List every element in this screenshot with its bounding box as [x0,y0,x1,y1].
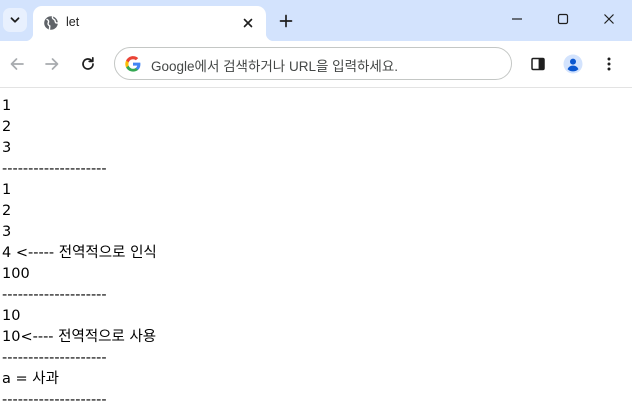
output-line: 10 [2,308,21,324]
output-line: a = 사과 [2,371,59,387]
toolbar: Google에서 검색하거나 URL을 입력하세요. [0,41,632,88]
chevron-down-icon [10,17,20,23]
active-tab[interactable]: let [25,6,274,41]
output-line: 2 [2,203,12,219]
minimize-icon [512,18,522,20]
address-bar[interactable]: Google에서 검색하거나 URL을 입력하세요. [114,47,512,80]
globe-icon [44,16,59,30]
separator-line: -------------------- [2,392,107,408]
tab-close-button[interactable] [238,13,258,33]
output-line: 4 <----- 전역적으로 인식 [2,245,157,261]
output-line: 3 [2,224,12,240]
output-line: 10<---- 전역적으로 사용 [2,329,157,345]
reload-icon [82,56,94,70]
output-line: 100 [2,266,30,282]
output-line: 1 [2,98,12,114]
close-icon [604,14,614,24]
output-line: 2 [2,119,12,135]
forward-button[interactable] [39,51,65,77]
window-close-button[interactable] [586,0,632,38]
address-bar-placeholder: Google에서 검색하거나 URL을 입력하세요. [151,59,399,74]
page-content: 1 2 3 -------------------- 1 2 3 4 <----… [0,88,632,420]
separator-line: -------------------- [2,287,107,303]
tab-strip: let [0,0,632,41]
browser-window: let Google에서 검색하거나 URL을 입력하세요. 1 2 3 ---… [0,0,632,420]
maximize-icon [557,13,569,25]
reload-button[interactable] [75,51,101,77]
plus-icon [279,14,293,28]
tab-title: let [66,15,80,29]
side-panel-button[interactable] [525,51,551,77]
output-line: 3 [2,140,12,156]
tab-search-button[interactable] [3,8,27,32]
back-button[interactable] [4,51,30,77]
separator-line: -------------------- [2,350,107,366]
google-g-icon [125,56,141,72]
avatar-icon [563,54,583,74]
arrow-left-icon [10,58,24,70]
separator-line: -------------------- [2,161,107,177]
side-panel-icon [531,57,545,71]
menu-button[interactable] [596,51,622,77]
output-line: 1 [2,182,12,198]
more-vertical-icon [607,57,611,71]
arrow-right-icon [45,58,59,70]
close-icon [243,18,253,28]
minimize-button[interactable] [494,0,540,38]
profile-button[interactable] [560,51,586,77]
new-tab-button[interactable] [274,9,298,33]
maximize-button[interactable] [540,0,586,38]
